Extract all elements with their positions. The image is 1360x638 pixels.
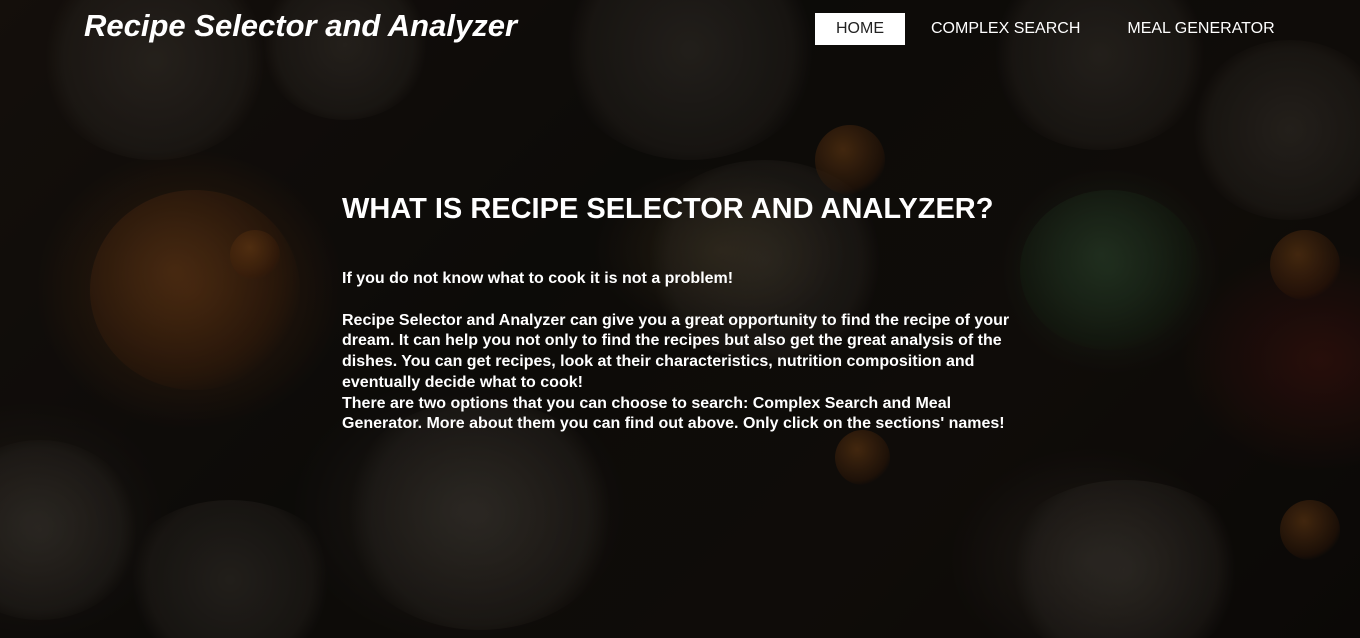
intro-text: If you do not know what to cook it is no… <box>342 270 734 287</box>
description-paragraph: Recipe Selector and Analyzer can give yo… <box>342 311 1010 391</box>
site-header: Recipe Selector and Analyzer HOME COMPLE… <box>0 0 1360 56</box>
main-nav: HOME COMPLEX SEARCH MEAL GENERATOR <box>815 13 1296 45</box>
main-content: WHAT IS RECIPE SELECTOR AND ANALYZER? If… <box>342 190 1022 435</box>
nav-complex-search[interactable]: COMPLEX SEARCH <box>910 13 1101 45</box>
nav-home[interactable]: HOME <box>815 13 905 45</box>
nav-meal-generator[interactable]: MEAL GENERATOR <box>1106 13 1295 45</box>
site-title[interactable]: Recipe Selector and Analyzer <box>84 8 517 44</box>
page-heading: WHAT IS RECIPE SELECTOR AND ANALYZER? <box>342 193 994 225</box>
search-options-paragraph: There are two options that you can choos… <box>342 394 1005 433</box>
